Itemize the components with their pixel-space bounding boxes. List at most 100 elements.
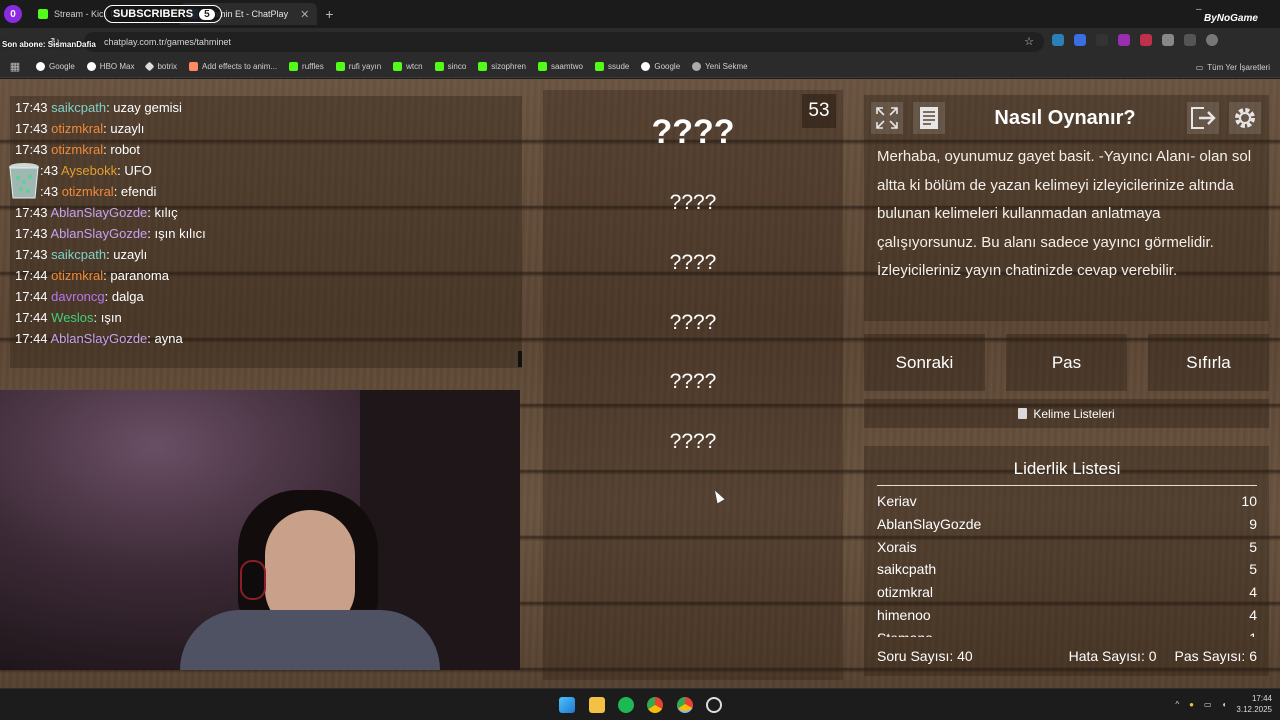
chat-text: : UFO [117, 163, 152, 178]
fullscreen-icon [876, 107, 898, 129]
chat-username[interactable]: AblanSlayGozde [50, 331, 147, 346]
kick-icon [478, 62, 488, 71]
bookmark-label: Yeni Sekme [705, 62, 748, 71]
bookmark-item[interactable]: wtcn [387, 62, 428, 71]
chrome-icon[interactable] [647, 697, 663, 713]
clipboard-icon [1018, 408, 1028, 419]
bookmark-item[interactable]: Google [30, 62, 81, 71]
bookmark-star-icon[interactable]: ☆ [1024, 35, 1034, 48]
chat-scrollbar[interactable] [518, 351, 522, 367]
profile-avatar-icon[interactable] [1206, 34, 1218, 46]
word-lists-label: Kelime Listeleri [1033, 406, 1115, 421]
profile-badge[interactable]: 0 [4, 5, 22, 23]
bookmark-label: HBO Max [99, 62, 135, 71]
bookmark-item[interactable]: rufi yayın [330, 62, 387, 71]
app-icon[interactable] [706, 697, 722, 713]
bynogame-logo: ByNoGame [1204, 13, 1258, 24]
chat-username[interactable]: AblanSlayGozde [50, 226, 147, 241]
chat-message: 17:44 otizmkral: paranoma [15, 268, 169, 283]
chat-timestamp: 17:44 [15, 268, 52, 283]
chat-username[interactable]: otizmkral [51, 121, 103, 136]
chat-message: 17:43 saikcpath: uzaylı [15, 247, 147, 262]
file-explorer-icon[interactable] [589, 697, 605, 713]
apps-grid-icon[interactable]: ▦ [0, 60, 30, 73]
headset-icon [240, 560, 266, 600]
chat-timestamp: 17:43 [15, 100, 52, 115]
chat-text: : uzay gemisi [106, 100, 182, 115]
settings-button[interactable] [1229, 102, 1261, 134]
chat-message: :43 otizmkral: efendi [40, 184, 156, 199]
bookmark-item[interactable]: Google [635, 62, 686, 71]
bookmark-item[interactable]: botrix [140, 61, 183, 72]
subscribers-label: SUBSCRIBERS [113, 8, 194, 20]
leaderboard-score: 4 [1249, 606, 1257, 623]
webcam-streamer-body [180, 610, 440, 670]
reset-button[interactable]: Sıfırla [1148, 334, 1269, 391]
chat-message: 17:44 davroncg: dalga [15, 289, 144, 304]
chat-username[interactable]: Weslos [51, 310, 93, 325]
chat-username[interactable]: AblanSlayGozde [50, 205, 147, 220]
leaderboard-row: Keriav 10 [877, 490, 1257, 513]
extension-icon[interactable] [1118, 34, 1130, 46]
network-icon[interactable]: ▭ [1204, 700, 1212, 709]
extensions-puzzle-icon[interactable] [1184, 34, 1196, 46]
volume-icon[interactable]: ◖ [1222, 700, 1227, 709]
chat-username[interactable]: saikcpath [51, 247, 106, 262]
leaderboard-score: 10 [1241, 493, 1257, 509]
document-button[interactable] [913, 102, 945, 134]
next-button[interactable]: Sonraki [864, 334, 985, 391]
error-count: Hata Sayısı: 0 [1068, 648, 1157, 664]
chat-message: 17:44 Weslos: ışın [15, 310, 122, 325]
subscribers-overlay: SUBSCRIBERS 5 [104, 5, 222, 23]
chat-timestamp: :43 [40, 184, 62, 199]
chat-timestamp: 17:44 [15, 331, 51, 346]
leaderboard-row: saikcpath 5 [877, 558, 1257, 581]
chat-username[interactable]: saikcpath [51, 100, 106, 115]
extension-icon[interactable] [1052, 34, 1064, 46]
spotify-icon[interactable] [618, 697, 634, 713]
how-to-play-title: Nasıl Oynanır? [994, 107, 1136, 129]
microphone-icon[interactable]: ● [1189, 700, 1194, 709]
word-lists-button[interactable]: Kelime Listeleri [864, 399, 1269, 428]
extension-icon[interactable] [1140, 34, 1152, 46]
exit-button[interactable] [1187, 102, 1219, 134]
bookmark-item[interactable]: ruffles [283, 62, 330, 71]
chat-username[interactable]: otizmkral [51, 268, 103, 283]
chrome-icon[interactable] [677, 697, 693, 713]
close-tab-icon[interactable]: ✕ [300, 8, 309, 21]
bookmark-item[interactable]: sinco [429, 62, 473, 71]
bookmark-item[interactable]: ssude [589, 62, 635, 71]
chat-message: 17:43 otizmkral: robot [15, 142, 140, 157]
new-tab-icon[interactable]: + [325, 6, 333, 22]
url-input[interactable]: chatplay.com.tr/games/tahminet ☆ [84, 32, 1044, 52]
extension-icon[interactable] [1162, 34, 1174, 46]
fullscreen-button[interactable] [871, 102, 903, 134]
chat-username[interactable]: otizmkral [62, 184, 114, 199]
chat-username[interactable]: otizmkral [51, 142, 103, 157]
extension-icon[interactable] [1074, 34, 1086, 46]
extension-icon[interactable] [1096, 34, 1108, 46]
bookmark-label: Google [654, 62, 681, 71]
minimize-icon[interactable]: – [1196, 4, 1202, 15]
all-bookmarks[interactable]: ▭ Tüm Yer İşaretleri [1196, 56, 1270, 78]
chevron-up-icon[interactable]: ^ [1175, 700, 1179, 709]
bookmark-item[interactable]: sizophren [472, 62, 532, 71]
clock[interactable]: 17:44 3.12.2025 [1236, 693, 1272, 715]
leaderboard-title: Liderlik Listesi [877, 459, 1257, 486]
gear-icon [1235, 108, 1255, 128]
bookmark-label: sinco [447, 62, 467, 71]
pass-button[interactable]: Pas [1006, 334, 1127, 391]
bookmark-item[interactable]: Yeni Sekme [686, 62, 753, 71]
leaderboard-score: 1 [1249, 627, 1257, 637]
document-icon [920, 107, 938, 129]
effects-icon [189, 62, 199, 71]
bookmark-item[interactable]: HBO Max [81, 62, 141, 71]
bookmark-item[interactable]: Add effects to anim... [183, 62, 283, 71]
chat-username[interactable]: Aysebokk [61, 163, 117, 178]
all-bookmarks-label: Tüm Yer İşaretleri [1207, 62, 1270, 72]
bookmark-item[interactable]: saamtwo [532, 62, 589, 71]
bookmarks-bar: ▦ Google HBO Max botrix Add effects to a… [0, 56, 1280, 78]
windows-start-icon[interactable] [559, 697, 575, 713]
chat-username[interactable]: davroncg [51, 289, 104, 304]
leaderboard-list[interactable]: Keriav 10 AblanSlayGozde 9 Xorais 5 saikcpath 5… [877, 490, 1257, 637]
